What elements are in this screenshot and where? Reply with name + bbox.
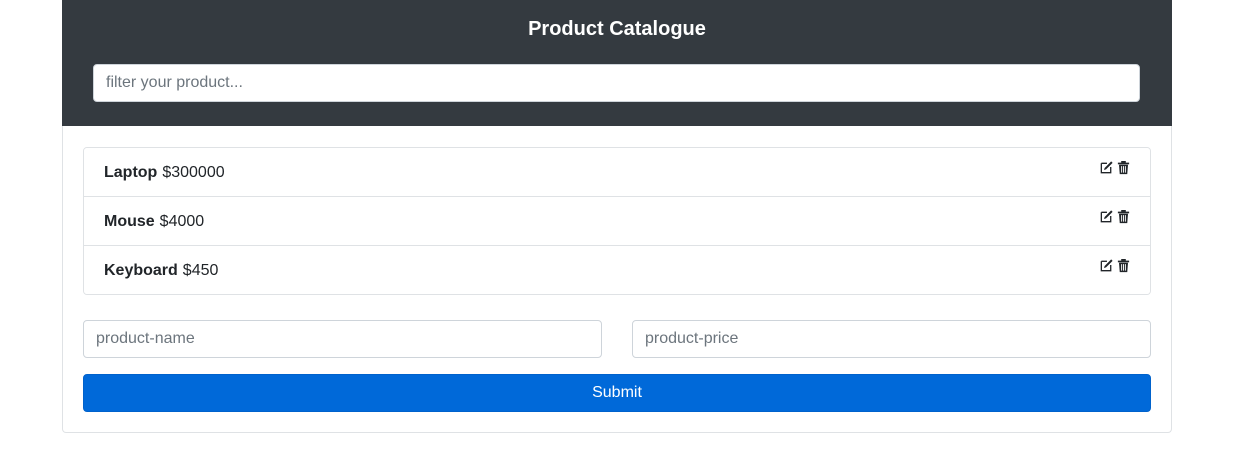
- trash-icon[interactable]: [1116, 209, 1131, 224]
- header: Product Catalogue: [62, 0, 1172, 126]
- trash-icon[interactable]: [1116, 160, 1131, 175]
- edit-icon[interactable]: [1099, 258, 1114, 273]
- product-name: Mouse: [104, 213, 155, 230]
- filter-input[interactable]: [93, 64, 1140, 102]
- product-name: Laptop: [104, 164, 158, 181]
- product-price-input[interactable]: [632, 320, 1151, 358]
- row-actions: [1099, 209, 1131, 224]
- product-name-input[interactable]: [83, 320, 602, 358]
- product-info: Mouse $4000: [104, 212, 204, 232]
- submit-button[interactable]: Submit: [83, 374, 1151, 412]
- product-info: Keyboard $450: [104, 261, 218, 281]
- product-name: Keyboard: [104, 262, 178, 279]
- product-card: Product Catalogue Laptop$300000: [62, 0, 1172, 433]
- product-price: $4000: [159, 213, 205, 230]
- product-price: $300000: [162, 164, 225, 181]
- row-actions: [1099, 160, 1131, 175]
- product-price: $450: [182, 262, 219, 279]
- product-info: Laptop $300000: [104, 163, 225, 183]
- list-item: Keyboard $450: [84, 246, 1150, 294]
- row-actions: [1099, 258, 1131, 273]
- list-item: Mouse $4000: [84, 197, 1150, 246]
- trash-icon[interactable]: [1116, 258, 1131, 273]
- list-item: Laptop $300000: [84, 148, 1150, 197]
- edit-icon[interactable]: [1099, 160, 1114, 175]
- product-list: Laptop $300000 Mouse $4000 Keyboard $450: [83, 147, 1151, 295]
- page-title: Product Catalogue: [528, 18, 706, 40]
- edit-icon[interactable]: [1099, 209, 1114, 224]
